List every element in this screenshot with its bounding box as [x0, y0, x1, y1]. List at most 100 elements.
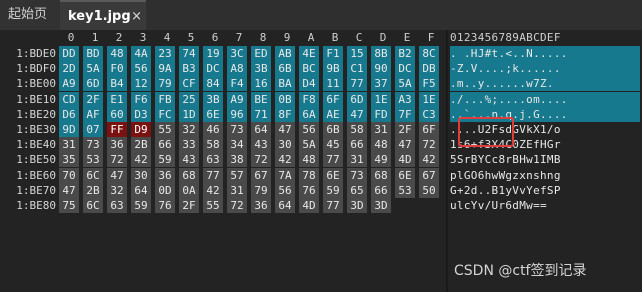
hex-byte[interactable]: 1D: [179, 106, 199, 122]
hex-byte[interactable]: 16: [251, 76, 271, 92]
hex-byte[interactable]: 53: [395, 182, 415, 198]
hex-byte[interactable]: 1E: [371, 91, 391, 107]
hex-byte[interactable]: F6: [131, 91, 151, 107]
hex-byte[interactable]: DC: [203, 61, 223, 77]
hex-byte[interactable]: 47: [395, 137, 415, 153]
hex-byte[interactable]: 6D: [83, 76, 103, 92]
hex-byte[interactable]: 3D: [371, 198, 391, 213]
hex-byte[interactable]: 2F: [83, 91, 103, 107]
hex-byte[interactable]: AE: [323, 106, 343, 122]
hex-byte[interactable]: CD: [59, 91, 79, 107]
hex-byte[interactable]: 9D: [59, 122, 79, 137]
hex-byte[interactable]: 6E: [203, 106, 223, 122]
hex-byte[interactable]: FF: [107, 122, 127, 137]
hex-byte[interactable]: 30: [131, 167, 151, 183]
tab-key1-jpg[interactable]: key1.jpg ×: [60, 0, 146, 30]
hex-byte[interactable]: 46: [203, 122, 223, 137]
hex-byte[interactable]: 23: [155, 46, 175, 61]
hex-byte[interactable]: 72: [251, 152, 271, 168]
hex-byte[interactable]: 56: [275, 182, 295, 198]
hex-byte[interactable]: 07: [83, 122, 103, 137]
hex-byte[interactable]: 9B: [323, 61, 343, 77]
hex-byte[interactable]: 74: [179, 46, 199, 61]
hex-byte[interactable]: 12: [131, 76, 151, 92]
hex-byte[interactable]: 79: [155, 76, 175, 92]
hex-byte[interactable]: 96: [227, 106, 247, 122]
hex-byte[interactable]: 9A: [155, 61, 175, 77]
hex-byte[interactable]: BE: [251, 91, 271, 107]
ascii-row[interactable]: . .HJ#t.<..N.....: [450, 46, 640, 61]
hex-byte[interactable]: A8: [227, 61, 247, 77]
hex-byte[interactable]: 5A: [299, 137, 319, 153]
hex-byte[interactable]: F1: [323, 46, 343, 61]
hex-byte[interactable]: 42: [131, 152, 151, 168]
hex-byte[interactable]: CF: [179, 76, 199, 92]
hex-byte[interactable]: 8C: [419, 46, 439, 61]
hex-byte[interactable]: ED: [251, 46, 271, 61]
hex-byte[interactable]: 6B: [275, 61, 295, 77]
hex-byte[interactable]: B4: [107, 76, 127, 92]
hex-byte[interactable]: 71: [251, 106, 271, 122]
hex-byte[interactable]: 63: [203, 152, 223, 168]
hex-byte[interactable]: D4: [299, 76, 319, 92]
hex-byte[interactable]: 48: [107, 46, 127, 61]
hex-byte[interactable]: 0B: [275, 91, 295, 107]
hex-byte[interactable]: DB: [419, 61, 439, 77]
hex-byte[interactable]: BA: [275, 76, 295, 92]
hex-byte[interactable]: 77: [323, 198, 343, 213]
hex-byte[interactable]: 56: [131, 61, 151, 77]
hex-byte[interactable]: 8F: [275, 106, 295, 122]
hex-byte[interactable]: 38: [227, 152, 247, 168]
hex-byte[interactable]: BC: [299, 61, 319, 77]
ascii-row[interactable]: ./...%;....om....: [450, 91, 640, 107]
hex-byte[interactable]: 43: [251, 137, 271, 153]
hex-byte[interactable]: DC: [395, 61, 415, 77]
hex-byte[interactable]: 66: [155, 137, 175, 153]
hex-byte[interactable]: F0: [107, 61, 127, 77]
hex-byte[interactable]: 64: [251, 122, 271, 137]
hex-byte[interactable]: 66: [347, 137, 367, 153]
hex-byte[interactable]: 6C: [83, 167, 103, 183]
hex-byte[interactable]: 2B: [83, 182, 103, 198]
hex-byte[interactable]: 76: [155, 198, 175, 213]
hex-byte[interactable]: 43: [179, 152, 199, 168]
hex-byte[interactable]: 2B: [131, 137, 151, 153]
hex-byte[interactable]: 31: [347, 152, 367, 168]
hex-byte[interactable]: 25: [179, 91, 199, 107]
hex-byte[interactable]: 34: [227, 137, 247, 153]
hex-byte[interactable]: 55: [203, 198, 223, 213]
hex-byte[interactable]: 63: [107, 198, 127, 213]
hex-byte[interactable]: 67: [251, 167, 271, 183]
hex-byte[interactable]: 0D: [155, 182, 175, 198]
hex-byte[interactable]: 56: [299, 122, 319, 137]
hex-byte[interactable]: 4D: [299, 198, 319, 213]
hex-byte[interactable]: 6B: [323, 122, 343, 137]
hex-byte[interactable]: 77: [323, 152, 343, 168]
hex-byte[interactable]: 47: [347, 106, 367, 122]
hex-byte[interactable]: 48: [371, 137, 391, 153]
hex-byte[interactable]: 6E: [323, 167, 343, 183]
hex-byte[interactable]: 55: [155, 122, 175, 137]
hex-byte[interactable]: 78: [299, 167, 319, 183]
hex-byte[interactable]: D6: [59, 106, 79, 122]
hex-byte[interactable]: C3: [419, 106, 439, 122]
hex-byte[interactable]: 5A: [395, 76, 415, 92]
hex-byte[interactable]: 6C: [83, 198, 103, 213]
hex-byte[interactable]: 84: [203, 76, 223, 92]
hex-byte[interactable]: 3B: [251, 61, 271, 77]
hex-byte[interactable]: 72: [419, 137, 439, 153]
hex-byte[interactable]: 19: [203, 46, 223, 61]
hex-byte[interactable]: 4D: [395, 152, 415, 168]
hex-byte[interactable]: 75: [59, 198, 79, 213]
hex-byte[interactable]: 73: [83, 137, 103, 153]
hex-byte[interactable]: 6E: [395, 167, 415, 183]
hex-byte[interactable]: 59: [323, 182, 343, 198]
tab-start-page[interactable]: 起始页: [0, 0, 64, 30]
hex-byte[interactable]: 4A: [131, 46, 151, 61]
hex-byte[interactable]: 68: [179, 167, 199, 183]
hex-byte[interactable]: 36: [107, 137, 127, 153]
hex-byte[interactable]: 47: [107, 167, 127, 183]
hex-byte[interactable]: 11: [323, 76, 343, 92]
hex-byte[interactable]: 42: [203, 182, 223, 198]
hex-byte[interactable]: 48: [299, 152, 319, 168]
